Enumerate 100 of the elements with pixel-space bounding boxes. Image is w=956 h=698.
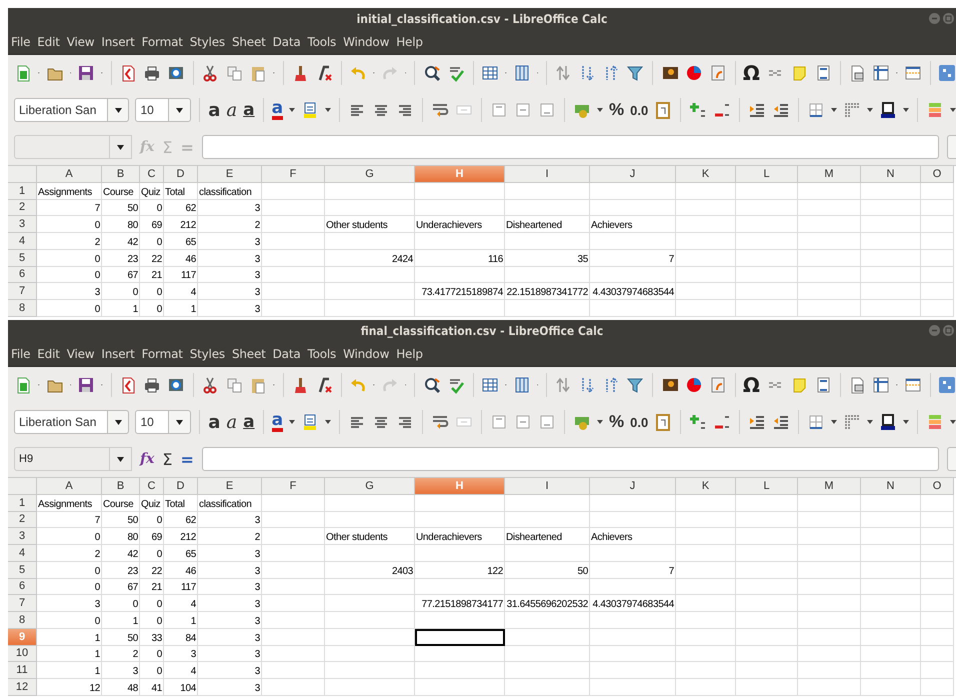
wrap-text-icon[interactable] [431, 101, 450, 119]
caret-icon[interactable] [325, 108, 332, 112]
table-cell[interactable] [861, 679, 921, 696]
menu-item[interactable]: Data [272, 35, 300, 49]
row-header[interactable]: 7 [8, 283, 37, 300]
table-cell[interactable] [262, 494, 325, 512]
table-cell[interactable] [415, 578, 505, 596]
row-header[interactable]: 8 [8, 300, 37, 317]
table-cell[interactable]: 80 [102, 216, 140, 233]
table-cell[interactable]: 0 [37, 300, 102, 317]
table-cell[interactable]: Achievers [590, 216, 676, 233]
table-cell[interactable] [736, 512, 798, 528]
table-cell[interactable]: 41 [140, 679, 164, 696]
row-header[interactable]: 5 [8, 250, 37, 266]
table-cell[interactable]: 22.1518987341772 [505, 283, 590, 300]
table-cell[interactable] [798, 595, 861, 612]
column-header[interactable]: L [736, 478, 798, 495]
table-cell[interactable]: 33 [140, 628, 164, 646]
table-cell[interactable]: 4 [164, 595, 198, 612]
caret-icon[interactable] [903, 420, 910, 424]
table-cell[interactable] [798, 646, 861, 662]
table-cell[interactable] [736, 200, 798, 216]
table-cell[interactable]: 0 [37, 528, 102, 545]
table-cell[interactable] [262, 679, 325, 696]
table-cell[interactable]: classification [198, 182, 262, 200]
formula-input[interactable] [202, 447, 939, 471]
copy-icon[interactable] [225, 64, 244, 82]
table-cell[interactable] [921, 216, 954, 233]
table-cell[interactable]: Underachievers [415, 528, 505, 545]
table-cell[interactable] [676, 612, 736, 629]
row-header[interactable]: 5 [8, 562, 37, 578]
table-cell[interactable] [736, 266, 798, 284]
add-decimal-icon[interactable] [689, 101, 708, 119]
printer-icon[interactable] [142, 64, 161, 82]
table-cell[interactable]: 2424 [325, 250, 415, 266]
table-cell[interactable] [861, 562, 921, 578]
row-header[interactable]: 4 [8, 545, 37, 562]
row-header[interactable]: 10 [8, 646, 37, 662]
table-cell[interactable] [505, 266, 590, 284]
column-header[interactable]: G [325, 478, 415, 495]
table-cell[interactable]: Disheartened [505, 216, 590, 233]
filter-icon[interactable] [626, 376, 644, 394]
table-column-icon[interactable] [512, 64, 531, 82]
table-cell[interactable]: 50 [102, 512, 140, 528]
table-cell[interactable]: Underachievers [415, 216, 505, 233]
table-cell[interactable] [590, 494, 676, 512]
table-cell[interactable] [676, 494, 736, 512]
table-cell[interactable] [861, 512, 921, 528]
table-cell[interactable]: 0 [140, 545, 164, 562]
table-cell[interactable]: 0 [140, 300, 164, 317]
table-cell[interactable] [676, 283, 736, 300]
table-cell[interactable] [325, 200, 415, 216]
row-header[interactable]: 7 [8, 595, 37, 612]
table-cell[interactable] [861, 233, 921, 250]
table-cell[interactable]: 4 [164, 283, 198, 300]
image-icon[interactable] [660, 64, 679, 82]
font-size-box[interactable]: 10 [135, 98, 170, 122]
table-cell[interactable] [325, 679, 415, 696]
menu-item[interactable]: File [11, 35, 30, 49]
table-cell[interactable] [921, 283, 954, 300]
table-cell[interactable] [262, 595, 325, 612]
menu-item[interactable]: File [11, 347, 30, 361]
table-cell[interactable] [415, 233, 505, 250]
table-cell[interactable] [798, 662, 861, 679]
column-header[interactable]: E [198, 166, 262, 183]
column-header[interactable]: J [590, 478, 676, 495]
table-cell[interactable] [736, 182, 798, 200]
table-cell[interactable] [505, 233, 590, 250]
column-header[interactable]: N [861, 478, 921, 495]
font-size-box[interactable]: 10 [135, 410, 170, 434]
table-cell[interactable]: 0 [37, 562, 102, 578]
table-cell[interactable] [798, 528, 861, 545]
name-box-dropdown[interactable] [110, 135, 132, 159]
italic-button[interactable]: a [226, 100, 238, 120]
select-all-corner[interactable] [8, 166, 37, 183]
table-cell[interactable]: 22 [140, 562, 164, 578]
expand-formula-button[interactable] [947, 447, 956, 471]
table-cell[interactable] [262, 612, 325, 629]
column-header[interactable]: F [262, 166, 325, 183]
menu-item[interactable]: Format [142, 347, 183, 361]
table-cell[interactable]: classification [198, 494, 262, 512]
table-cell[interactable]: 69 [140, 216, 164, 233]
table-cell[interactable] [798, 612, 861, 629]
table-cell[interactable] [415, 494, 505, 512]
redo-icon[interactable] [380, 64, 399, 82]
underline-button[interactable]: a [243, 412, 255, 432]
table-cell[interactable] [798, 266, 861, 284]
font-size-dropdown[interactable] [169, 410, 192, 434]
table-cell[interactable]: Disheartened [505, 528, 590, 545]
column-header[interactable]: K [676, 478, 736, 495]
table-cell[interactable] [262, 266, 325, 284]
column-header[interactable]: C [140, 478, 164, 495]
table-cell[interactable] [590, 200, 676, 216]
align-bottom-icon[interactable] [538, 413, 556, 431]
table-cell[interactable] [798, 233, 861, 250]
table-cell[interactable] [921, 200, 954, 216]
table-cell[interactable]: 50 [102, 200, 140, 216]
table-cell[interactable]: 3 [164, 646, 198, 662]
table-cell[interactable]: 3 [198, 679, 262, 696]
table-cell[interactable]: 0 [102, 595, 140, 612]
